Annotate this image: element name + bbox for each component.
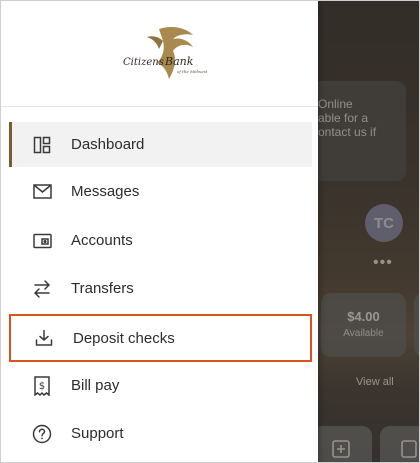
nav-label-transfers: Transfers [71,280,134,297]
help-circle-icon [31,423,53,445]
nav-label-bill-pay: Bill pay [71,377,120,394]
nav-label-dashboard: Dashboard [71,136,145,153]
nav-item-accounts[interactable]: Accounts [9,218,312,263]
nav-item-dashboard[interactable]: Dashboard [9,122,312,167]
nav-label-messages: Messages [71,183,140,200]
dashboard-icon [31,134,53,156]
svg-text:Citizens: Citizens [123,57,164,68]
nav-label-accounts: Accounts [71,232,133,249]
nav-item-bill-pay[interactable]: $ Bill pay [9,363,312,408]
nav-item-transfers[interactable]: Transfers [9,266,312,311]
svg-text:of the Midwest: of the Midwest [177,69,208,74]
app-window: Online able for a ontact us if TC ••• $4… [0,0,420,463]
drawer-scrim[interactable] [318,1,419,462]
svg-text:Bank: Bank [164,55,194,68]
nav-item-messages[interactable]: Messages [9,169,312,214]
download-tray-icon [33,327,55,349]
svg-text:$: $ [39,381,45,392]
nav-label-deposit-checks: Deposit checks [73,329,175,347]
nav-label-support: Support [71,425,124,442]
accounts-icon [31,230,53,252]
dashboard-background: Online able for a ontact us if TC ••• $4… [318,1,419,462]
bank-logo: Citizens Bank of the Midwest [123,27,208,79]
transfer-arrows-icon [31,278,53,300]
mail-icon [31,181,53,203]
navigation-drawer: Citizens Bank of the Midwest Dashboard M… [1,1,318,462]
bill-dollar-icon: $ [31,375,53,397]
nav-item-support[interactable]: Support [9,411,312,456]
nav-item-deposit-checks[interactable]: Deposit checks [9,314,312,362]
drawer-header: Citizens Bank of the Midwest [1,1,318,107]
